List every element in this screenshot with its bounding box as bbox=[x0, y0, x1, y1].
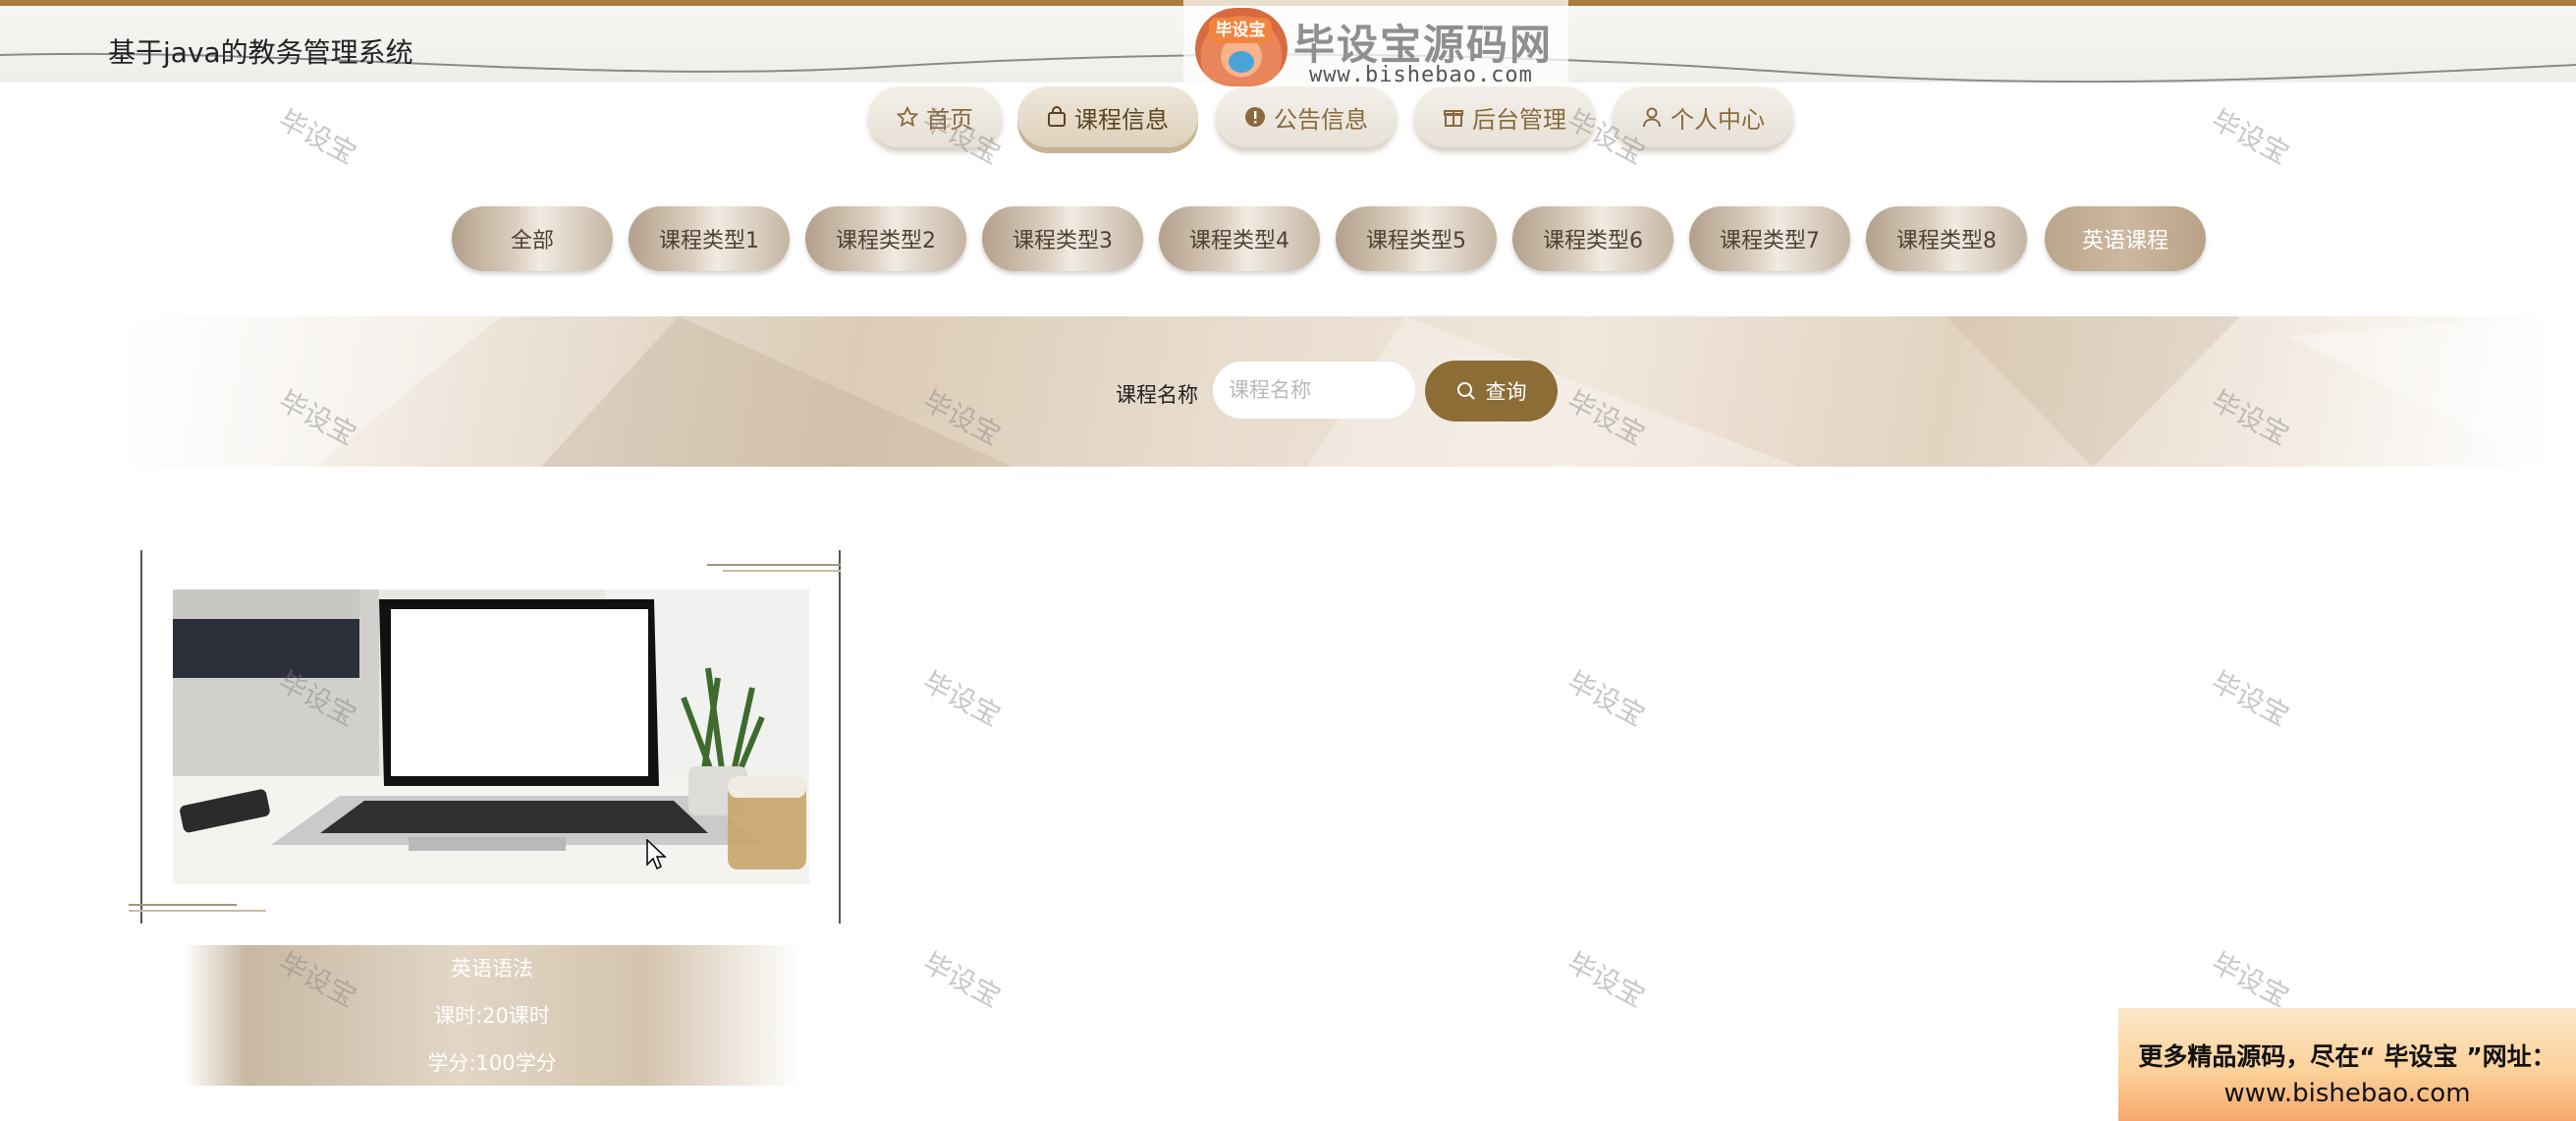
category-type4[interactable]: 课程类型4 bbox=[1159, 206, 1320, 271]
category-type6[interactable]: 课程类型6 bbox=[1512, 206, 1673, 271]
course-card[interactable]: 英语语法 课时:20课时 学分:100学分 bbox=[129, 550, 855, 1086]
nav-admin[interactable]: 后台管理 bbox=[1414, 86, 1595, 147]
course-hours: 课时:20课时 bbox=[434, 1004, 550, 1028]
search-label: 课程名称 bbox=[1116, 383, 1198, 407]
watermark: 毕设宝 bbox=[2206, 665, 2295, 733]
promo-url[interactable]: www.bishebao.com bbox=[2118, 1079, 2576, 1108]
watermark: 毕设宝 bbox=[2206, 946, 2295, 1014]
nav-course-info[interactable]: 课程信息 bbox=[1017, 86, 1198, 147]
search-button[interactable]: 查询 bbox=[1425, 361, 1558, 421]
watermark: 毕设宝 bbox=[1562, 946, 1651, 1014]
category-type8[interactable]: 课程类型8 bbox=[1866, 206, 2027, 271]
gift-icon bbox=[1443, 106, 1464, 128]
nav-announcements[interactable]: 公告信息 bbox=[1216, 86, 1397, 147]
category-type5[interactable]: 课程类型5 bbox=[1336, 206, 1497, 271]
category-type7[interactable]: 课程类型7 bbox=[1689, 206, 1850, 271]
search-icon bbox=[1456, 381, 1476, 401]
site-title[interactable]: 基于java的教务管理系统 bbox=[108, 31, 413, 71]
category-all[interactable]: 全部 bbox=[452, 206, 613, 271]
category-type2[interactable]: 课程类型2 bbox=[805, 206, 966, 271]
nav-home[interactable]: 首页 bbox=[868, 86, 1002, 147]
bag-icon bbox=[1047, 106, 1067, 128]
nav-personal-center[interactable]: 个人中心 bbox=[1613, 86, 1793, 147]
course-name[interactable]: 英语语法 bbox=[184, 945, 800, 992]
watermark: 毕设宝 bbox=[917, 946, 1007, 1014]
watermark: 毕设宝 bbox=[917, 665, 1007, 733]
watermark: 毕设宝 bbox=[2206, 103, 2295, 171]
brand-logo: 毕设宝 毕设宝源码网 www.bishebao.com bbox=[1183, 0, 1568, 88]
watermark: 毕设宝 bbox=[1562, 665, 1651, 733]
logo-badge: 毕设宝 bbox=[1209, 18, 1272, 43]
mouse-cursor-icon bbox=[646, 839, 667, 870]
logo-url: www.bishebao.com bbox=[1309, 63, 1533, 87]
course-credits: 学分:100学分 bbox=[427, 1051, 557, 1075]
watermark: 毕设宝 bbox=[273, 103, 362, 171]
category-type1[interactable]: 课程类型1 bbox=[629, 206, 790, 271]
alert-icon bbox=[1244, 106, 1266, 128]
course-name-input[interactable] bbox=[1213, 362, 1415, 419]
course-info: 英语语法 课时:20课时 学分:100学分 bbox=[184, 945, 800, 1086]
promo-line1: 更多精品源码，尽在“ 毕设宝 ”网址： bbox=[2138, 1042, 2556, 1071]
promo-banner[interactable]: 更多精品源码，尽在“ 毕设宝 ”网址： www.bishebao.com bbox=[2118, 1008, 2576, 1121]
user-icon bbox=[1641, 106, 1663, 128]
star-icon bbox=[897, 106, 918, 128]
mascot-icon: 毕设宝 bbox=[1195, 8, 1288, 86]
category-type3[interactable]: 课程类型3 bbox=[982, 206, 1143, 271]
category-english[interactable]: 英语课程 bbox=[2045, 206, 2206, 271]
course-image[interactable] bbox=[173, 589, 809, 884]
